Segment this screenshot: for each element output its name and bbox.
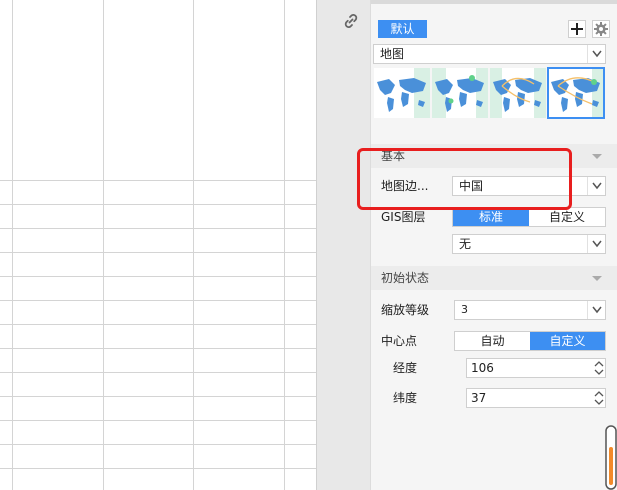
plus-icon bbox=[571, 23, 583, 35]
chevron-down-icon bbox=[587, 235, 605, 253]
grid-row-line bbox=[0, 228, 316, 229]
longitude-value: 106 bbox=[471, 361, 494, 375]
center-point-toggle: 自动 自定义 bbox=[454, 331, 606, 351]
chevron-down-icon bbox=[587, 301, 605, 319]
collapse-triangle-icon bbox=[592, 276, 602, 281]
grid-row-line bbox=[0, 276, 316, 277]
center-custom-option[interactable]: 自定义 bbox=[530, 332, 605, 350]
center-point-label: 中心点 bbox=[381, 334, 418, 348]
zoom-level-value: 3 bbox=[461, 303, 468, 316]
world-map-icon bbox=[551, 68, 604, 118]
map-boundary-select[interactable]: 中国 bbox=[452, 176, 606, 196]
section-basic-header[interactable]: 基本 bbox=[371, 144, 617, 168]
gis-layer-custom-option[interactable]: 自定义 bbox=[529, 208, 605, 226]
grid-row-line bbox=[0, 468, 316, 469]
gear-icon bbox=[594, 22, 608, 36]
map-style-thumbnail-1[interactable] bbox=[374, 68, 430, 118]
map-style-thumbnail-2[interactable] bbox=[432, 68, 488, 118]
gis-layer-standard-option[interactable]: 标准 bbox=[453, 208, 529, 226]
grid-row-line bbox=[0, 396, 316, 397]
section-initial-title: 初始状态 bbox=[381, 271, 430, 285]
grid-row-line bbox=[0, 444, 316, 445]
grid-row-line bbox=[0, 300, 316, 301]
latitude-input[interactable]: 37 bbox=[466, 388, 606, 408]
collapse-triangle-icon bbox=[592, 154, 602, 159]
grid-row-line bbox=[0, 348, 316, 349]
spinner-arrows-icon[interactable] bbox=[593, 359, 605, 377]
grid-row-line bbox=[0, 420, 316, 421]
spreadsheet-grid[interactable] bbox=[0, 0, 316, 490]
world-map-icon bbox=[432, 68, 488, 118]
latitude-label: 纬度 bbox=[393, 391, 418, 405]
map-boundary-value: 中国 bbox=[459, 179, 484, 193]
add-button[interactable] bbox=[568, 20, 586, 38]
settings-button[interactable] bbox=[592, 20, 610, 38]
grid-column-line bbox=[284, 0, 285, 490]
chevron-down-icon bbox=[587, 45, 605, 63]
properties-panel: 默认 地图 基本 地图边... 中国 GIS图层 标准 自定义 无 初始状态 缩… bbox=[370, 0, 617, 490]
world-map-icon bbox=[490, 68, 546, 118]
map-boundary-label: 地图边... bbox=[381, 179, 429, 193]
grid-column-line bbox=[193, 0, 194, 490]
panel-scrollbar[interactable] bbox=[605, 425, 617, 490]
grid-column-line bbox=[12, 0, 13, 490]
gis-layer-select[interactable]: 无 bbox=[452, 234, 606, 254]
gis-layer-select-value: 无 bbox=[459, 237, 472, 251]
chevron-down-icon bbox=[587, 177, 605, 195]
gis-layer-label: GIS图层 bbox=[381, 210, 426, 224]
map-style-thumbnail-3[interactable] bbox=[490, 68, 546, 118]
map-style-thumbnails bbox=[374, 67, 606, 120]
grid-row-line bbox=[0, 204, 316, 205]
longitude-input[interactable]: 106 bbox=[466, 358, 606, 378]
map-style-thumbnail-4-selected[interactable] bbox=[547, 67, 605, 119]
zoom-level-label: 缩放等级 bbox=[381, 303, 430, 317]
grid-row-line bbox=[0, 324, 316, 325]
latitude-value: 37 bbox=[471, 391, 487, 405]
world-map-icon bbox=[377, 68, 430, 118]
grid-row-line bbox=[0, 252, 316, 253]
tab-default[interactable]: 默认 bbox=[378, 20, 427, 38]
grid-row-line bbox=[0, 372, 316, 373]
gis-layer-toggle: 标准 自定义 bbox=[452, 207, 606, 227]
map-type-value: 地图 bbox=[380, 47, 405, 61]
grid-row-line bbox=[0, 180, 316, 181]
panel-separator bbox=[316, 0, 370, 490]
link-icon[interactable] bbox=[341, 11, 361, 31]
zoom-level-select[interactable]: 3 bbox=[454, 300, 606, 320]
section-basic-title: 基本 bbox=[381, 149, 406, 163]
spinner-arrows-icon[interactable] bbox=[593, 389, 605, 407]
section-initial-header[interactable]: 初始状态 bbox=[371, 266, 617, 290]
grid-column-line bbox=[103, 0, 104, 490]
center-auto-option[interactable]: 自动 bbox=[455, 332, 530, 350]
panel-top-bar bbox=[371, 0, 617, 4]
map-type-select[interactable]: 地图 bbox=[373, 44, 606, 64]
longitude-label: 经度 bbox=[393, 361, 418, 375]
